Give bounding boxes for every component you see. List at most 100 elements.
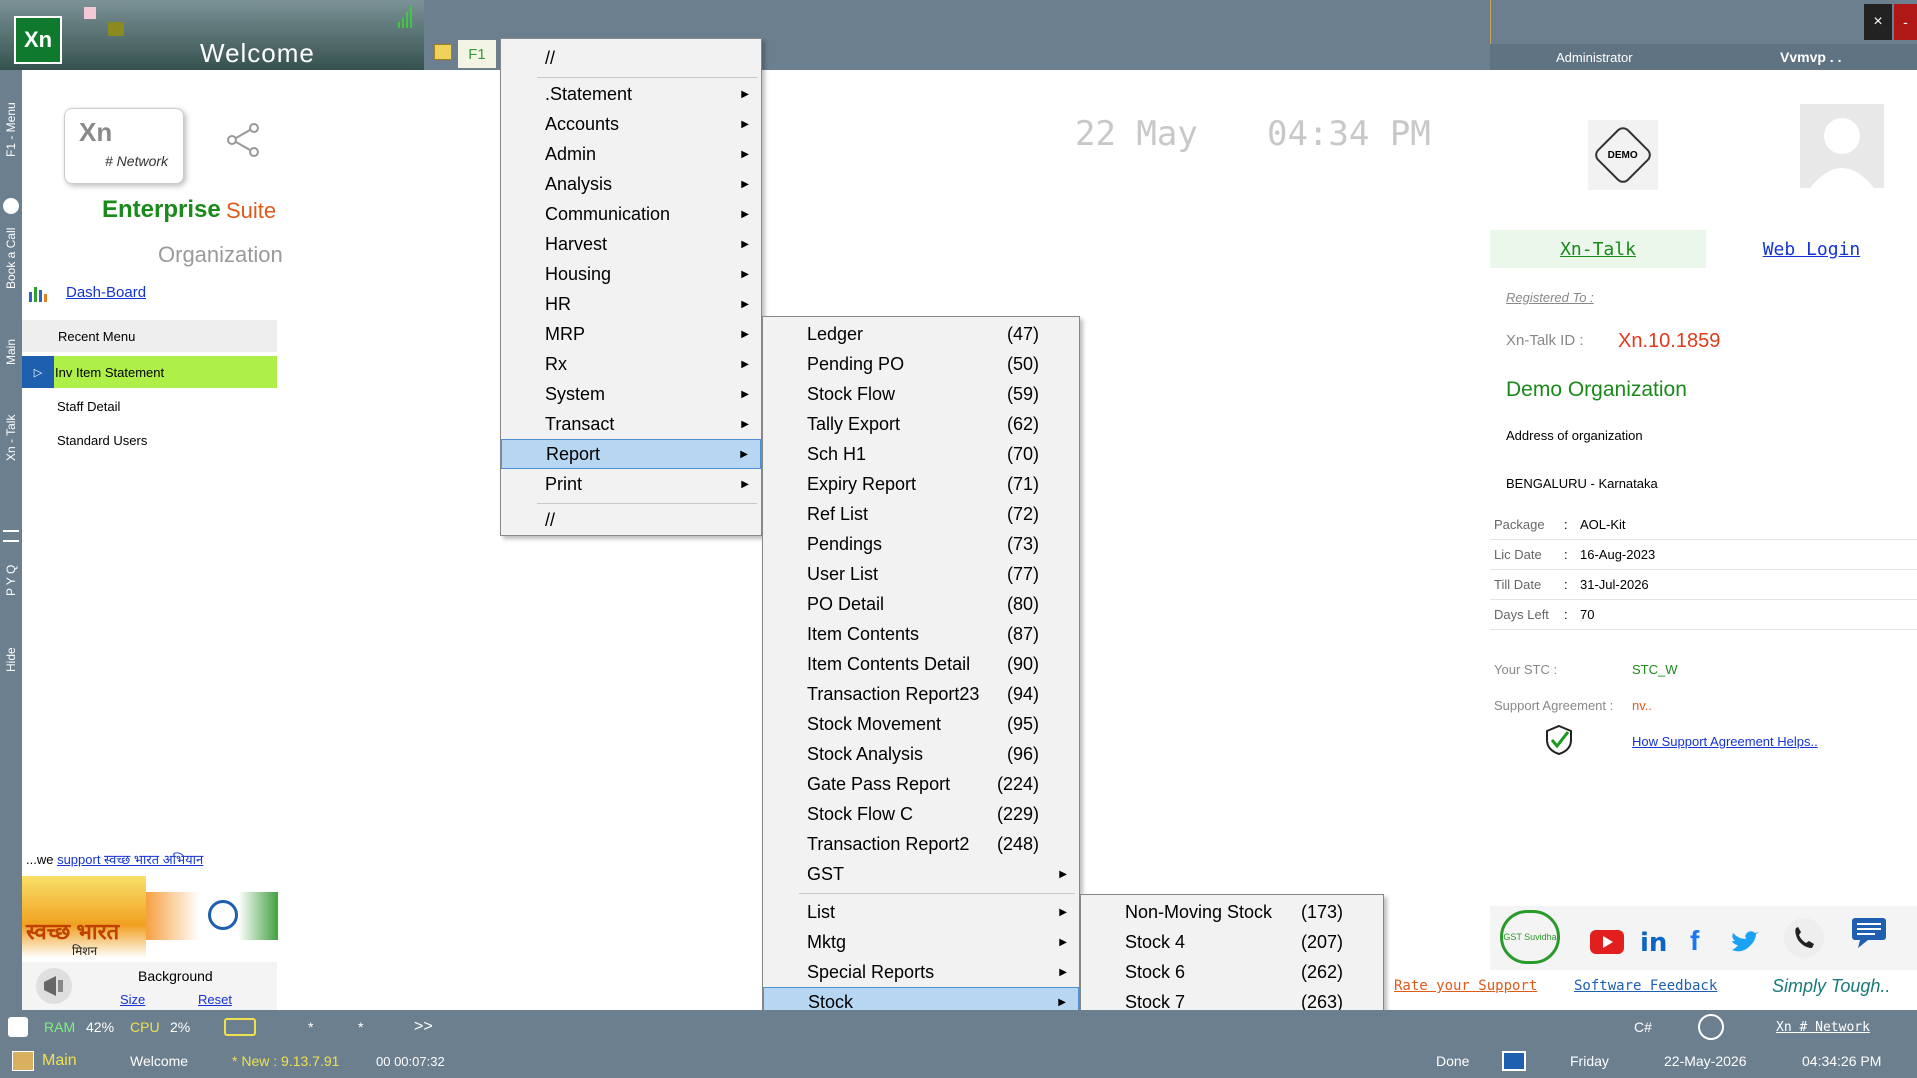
share-icon[interactable]: [226, 122, 262, 158]
f1-button[interactable]: F1: [458, 40, 496, 68]
report-item-label: Mktg: [807, 931, 847, 952]
menu-item-bottom[interactable]: //: [501, 505, 761, 535]
report-item[interactable]: Stock Analysis (96): [763, 739, 1079, 769]
tab-xn-talk[interactable]: Xn - Talk: [0, 408, 22, 468]
tab-f1-menu[interactable]: F1 - Menu: [0, 90, 22, 170]
background-size-link[interactable]: Size: [120, 992, 145, 1007]
chat-icon[interactable]: [1850, 916, 1888, 952]
report-item[interactable]: Tally Export (62): [763, 409, 1079, 439]
report-item[interactable]: PO Detail (80): [763, 589, 1079, 619]
stock-item-code: (173): [1300, 901, 1343, 922]
recent-item[interactable]: Standard Users: [22, 424, 277, 456]
report-submenu-gst[interactable]: GST ▶: [763, 859, 1079, 889]
xn-talk-tab[interactable]: Xn-Talk: [1490, 230, 1706, 268]
report-item[interactable]: Ledger (47): [763, 319, 1079, 349]
recent-item-label: Inv Item Statement: [55, 364, 165, 380]
menu-item[interactable]: Rx ▶: [501, 349, 761, 379]
swachh-link[interactable]: support स्वच्छ भारत अभियान: [57, 852, 203, 867]
report-item[interactable]: User List (77): [763, 559, 1079, 589]
menu-item[interactable]: .Statement ▶: [501, 79, 761, 109]
report-item[interactable]: Item Contents Detail (90): [763, 649, 1079, 679]
report-item[interactable]: Pending PO (50): [763, 349, 1079, 379]
report-item[interactable]: Ref List (72): [763, 499, 1079, 529]
dashboard-link[interactable]: Dash-Board: [66, 284, 146, 301]
gst-suvidha-badge[interactable]: GST Suvidha: [1500, 910, 1560, 964]
report-submenu-special[interactable]: Special Reports ▶: [763, 957, 1079, 987]
menu-item[interactable]: Print ▶: [501, 469, 761, 499]
tab-book-call[interactable]: Book a Call: [0, 218, 22, 298]
recent-item[interactable]: Staff Detail: [22, 390, 277, 422]
report-item[interactable]: Item Contents (87): [763, 619, 1079, 649]
submenu-arrow-icon: ▶: [741, 328, 749, 340]
menu-item-report[interactable]: Report ▶: [501, 439, 761, 469]
mic-icon[interactable]: [8, 1010, 28, 1044]
xn-talk-link[interactable]: Xn-Talk: [1560, 239, 1636, 260]
software-feedback-link[interactable]: Software Feedback: [1574, 978, 1717, 994]
rate-support-link[interactable]: Rate your Support: [1394, 978, 1537, 994]
submenu-arrow-icon: ▶: [741, 358, 749, 370]
report-item[interactable]: Stock Flow (59): [763, 379, 1079, 409]
twitter-icon[interactable]: [1730, 930, 1760, 956]
recent-item[interactable]: ▷ Inv Item Statement: [22, 356, 277, 388]
avatar[interactable]: [1800, 104, 1884, 188]
version-badge[interactable]: * New : 9.13.7.91: [232, 1044, 339, 1078]
support-help-link[interactable]: How Support Agreement Helps..: [1632, 734, 1818, 749]
youtube-icon[interactable]: [1590, 930, 1624, 954]
mail-icon[interactable]: [224, 1010, 256, 1044]
menu-item[interactable]: Housing ▶: [501, 259, 761, 289]
report-item[interactable]: Stock Movement (95): [763, 709, 1079, 739]
report-item[interactable]: Pendings (73): [763, 529, 1079, 559]
report-item[interactable]: Gate Pass Report (224): [763, 769, 1079, 799]
menu-item[interactable]: Harvest ▶: [501, 229, 761, 259]
menu-item[interactable]: MRP ▶: [501, 319, 761, 349]
phone-call-icon[interactable]: [1784, 918, 1824, 958]
registered-to-label: Registered To :: [1506, 290, 1594, 305]
menu-item[interactable]: HR ▶: [501, 289, 761, 319]
background-reset-link[interactable]: Reset: [198, 992, 232, 1007]
menu-item[interactable]: Admin ▶: [501, 139, 761, 169]
info-sep: :: [1564, 517, 1568, 532]
tab-main[interactable]: Main: [0, 332, 22, 372]
stock-item[interactable]: Non-Moving Stock (173): [1081, 897, 1383, 927]
menu-item-top[interactable]: //: [501, 43, 761, 73]
report-item[interactable]: Transaction Report2 (248): [763, 829, 1079, 859]
swachh-support: ...we support स्वच्छ भारत अभियान: [26, 850, 203, 868]
minimize-button[interactable]: -: [1894, 4, 1917, 40]
app-logo[interactable]: Xn: [14, 16, 62, 64]
brand-enterprise: Enterprise: [102, 196, 221, 223]
report-item[interactable]: Stock Flow C (229): [763, 799, 1079, 829]
brand-suite: Suite: [226, 198, 277, 223]
megaphone-icon[interactable]: [32, 964, 76, 1008]
monitor-icon[interactable]: [1502, 1044, 1526, 1078]
tab-pyq[interactable]: P Y Q: [0, 550, 22, 610]
report-item[interactable]: Expiry Report (71): [763, 469, 1079, 499]
status-bar-top: RAM 42% CPU 2% * * >> C# Xn # Network: [0, 1010, 1917, 1044]
report-item[interactable]: Transaction Report23 (94): [763, 679, 1079, 709]
menu-item[interactable]: Analysis ▶: [501, 169, 761, 199]
user-bar: Administrator Vvmvp . .: [1490, 44, 1917, 70]
xn-network-link[interactable]: Xn # Network: [1776, 1010, 1870, 1044]
menu-item[interactable]: Accounts ▶: [501, 109, 761, 139]
menu-item[interactable]: Transact ▶: [501, 409, 761, 439]
report-item-code: (87): [1006, 623, 1039, 644]
menu-item[interactable]: System ▶: [501, 379, 761, 409]
more-button[interactable]: >>: [414, 1010, 433, 1044]
linkedin-icon[interactable]: in: [1640, 928, 1670, 958]
globe-icon[interactable]: [1698, 1010, 1724, 1044]
web-login-link[interactable]: Web Login: [1763, 239, 1861, 260]
close-button[interactable]: ×: [1864, 4, 1892, 40]
report-submenu-mktg[interactable]: Mktg ▶: [763, 927, 1079, 957]
main-tab[interactable]: Main: [42, 1044, 77, 1078]
facebook-icon[interactable]: f: [1690, 926, 1710, 956]
app-switcher-icon[interactable]: [434, 44, 452, 60]
tab-hide[interactable]: Hide: [0, 640, 22, 680]
stock-item[interactable]: Stock 4 (207): [1081, 927, 1383, 957]
home-icon[interactable]: [12, 1044, 34, 1078]
report-submenu-list[interactable]: List ▶: [763, 897, 1079, 927]
web-login-tab[interactable]: Web Login: [1706, 230, 1917, 268]
stock-item[interactable]: Stock 6 (262): [1081, 957, 1383, 987]
menu-item[interactable]: Communication ▶: [501, 199, 761, 229]
status-day: Friday: [1570, 1053, 1609, 1069]
report-item[interactable]: Sch H1 (70): [763, 439, 1079, 469]
menu-item-label: MRP: [545, 323, 585, 344]
